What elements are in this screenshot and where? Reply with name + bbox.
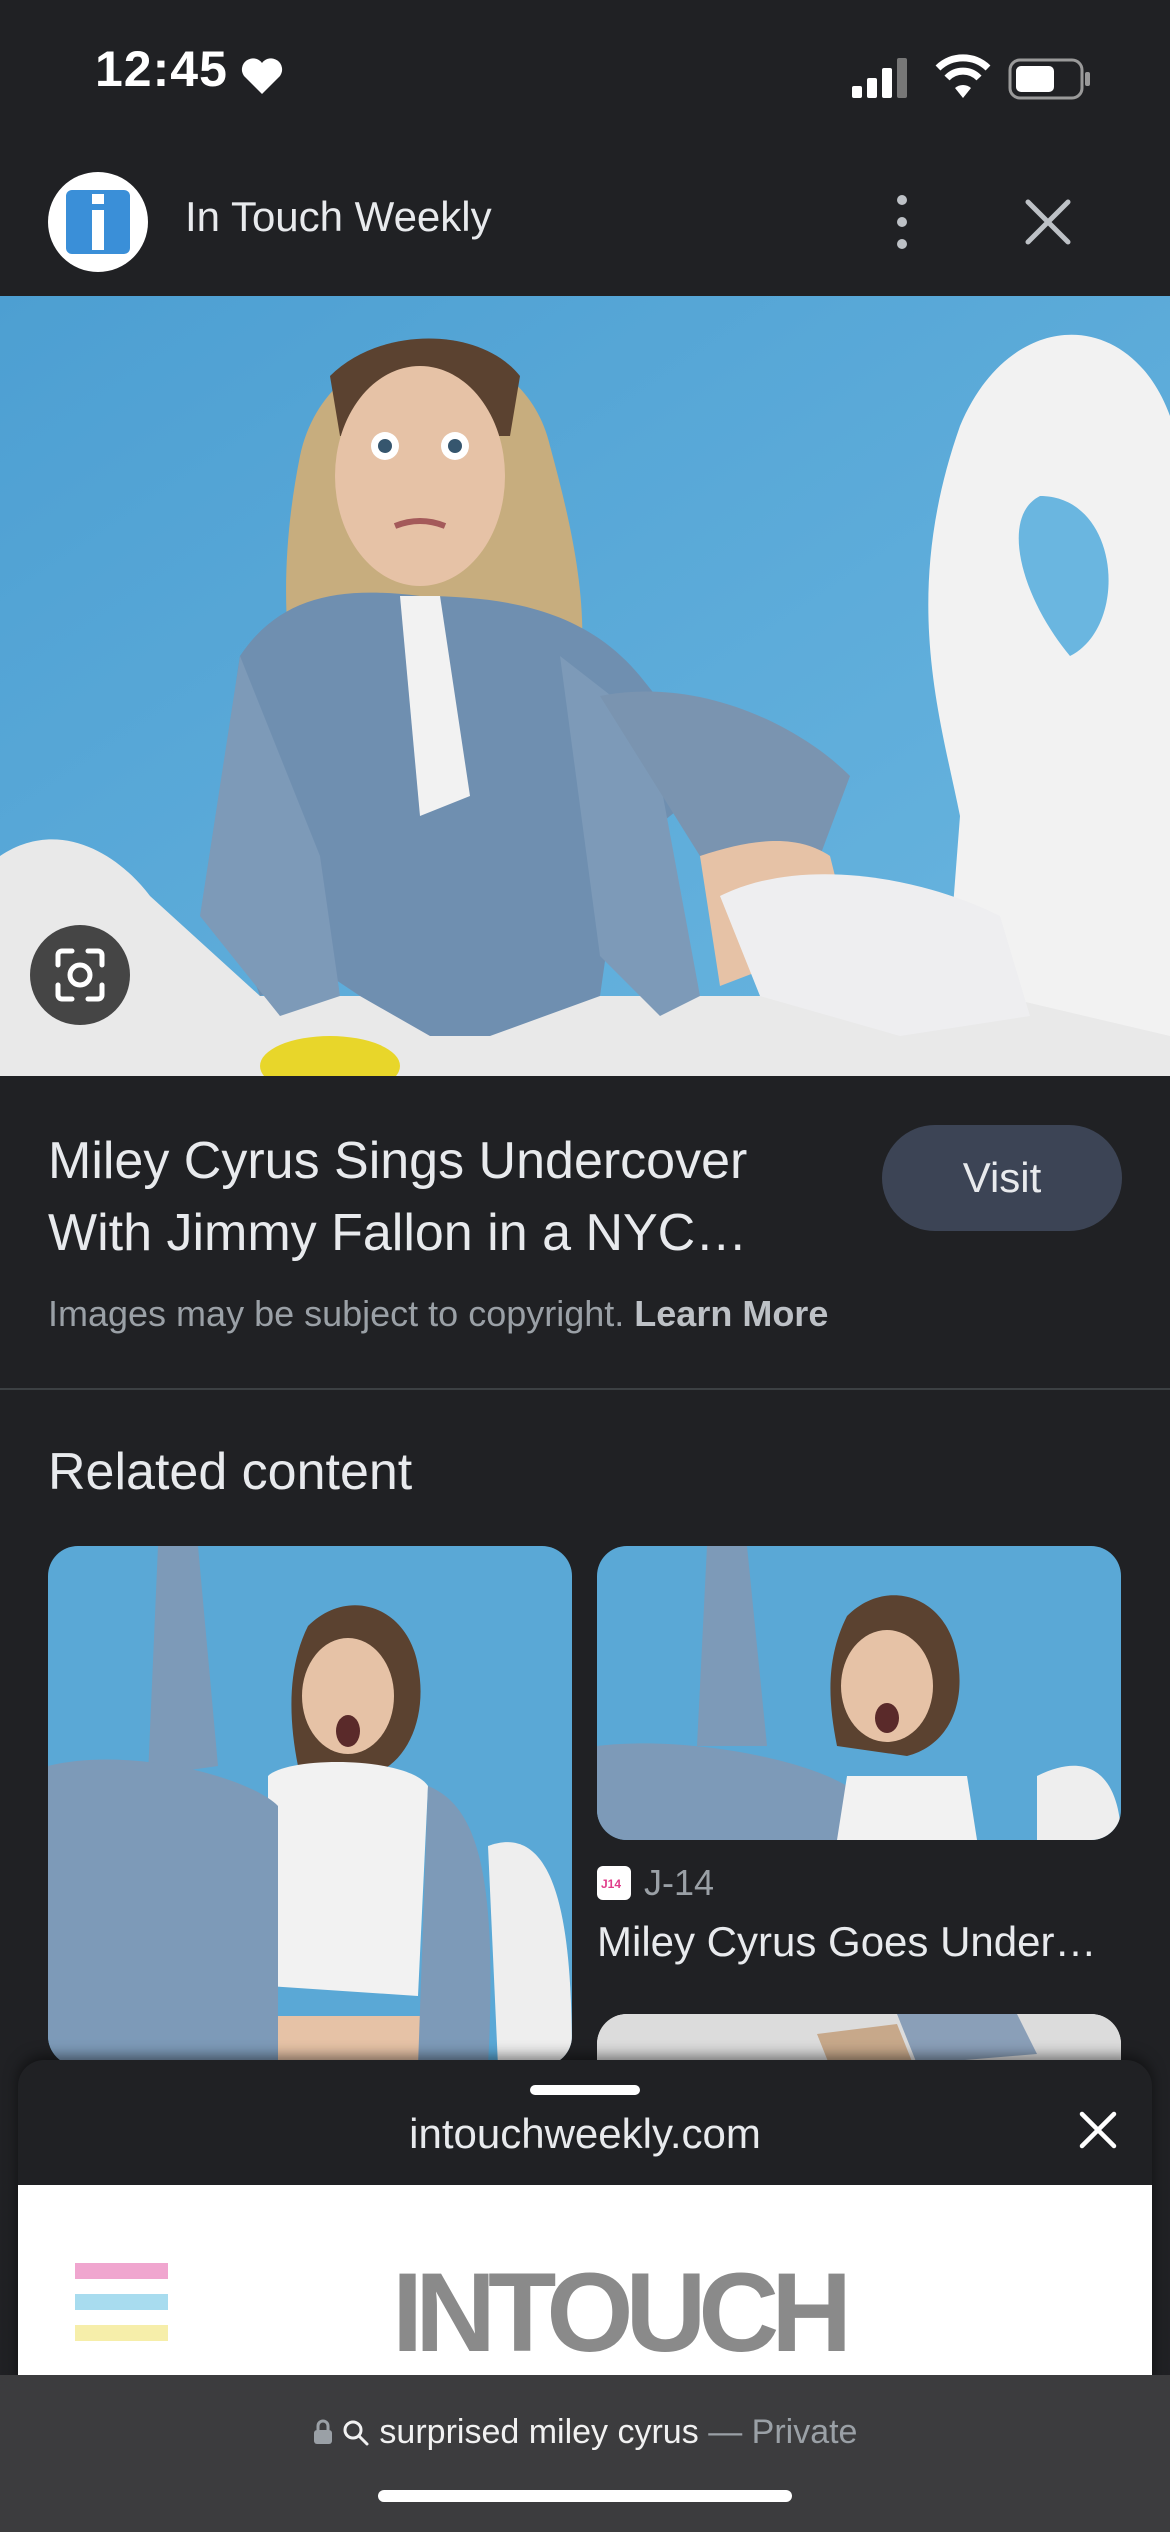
j14-favicon-icon: J14 — [597, 1866, 631, 1900]
search-query: surprised miley cyrus — [379, 2413, 699, 2451]
related-thumbnail[interactable] — [48, 1546, 572, 2066]
private-mode-label: Private — [751, 2413, 858, 2451]
intouch-logo: InTouch — [392, 2248, 852, 2377]
google-lens-button[interactable] — [30, 925, 130, 1025]
menu-icon[interactable] — [75, 2263, 168, 2341]
divider — [0, 1388, 1170, 1390]
url-bar-text[interactable]: surprised miley cyrus — Private — [0, 2413, 1170, 2452]
copyright-notice: Images may be subject to copyright. Lear… — [48, 1293, 828, 1335]
status-time: 12:45 — [95, 41, 228, 97]
photo-woman-surprised — [48, 1546, 572, 2066]
close-icon[interactable] — [1020, 194, 1076, 250]
sheet-domain: intouchweekly.com — [409, 2110, 761, 2157]
sheet-drag-handle[interactable] — [530, 2085, 640, 2095]
lens-icon — [55, 948, 105, 1002]
j14-logo-mark: J14 — [601, 1877, 621, 1891]
visit-button[interactable]: Visit — [882, 1125, 1122, 1231]
site-logo — [48, 172, 148, 272]
copyright-text: Images may be subject to copyright. — [48, 1293, 625, 1334]
cellular-signal-icon — [852, 58, 907, 98]
intouch-favicon-icon — [66, 190, 130, 254]
battery-icon — [1008, 58, 1090, 100]
intouch-logo-text: InTouch — [392, 2250, 852, 2375]
wifi-icon — [935, 54, 991, 98]
url-separator: — — [708, 2413, 743, 2451]
browser-url-bar[interactable] — [0, 2375, 1170, 2532]
photo-woman-surprised-crop — [597, 1546, 1121, 1840]
close-sheet-icon[interactable] — [1078, 2110, 1118, 2150]
related-title[interactable]: Miley Cyrus Goes Under… — [597, 1918, 1096, 1966]
svg-text:J14: J14 — [601, 1877, 621, 1891]
home-indicator[interactable] — [378, 2490, 792, 2502]
search-icon — [343, 2420, 369, 2446]
site-name[interactable]: In Touch Weekly — [185, 193, 492, 241]
result-title[interactable]: Miley Cyrus Sings Undercover With Jimmy … — [48, 1125, 838, 1269]
viewer-header — [0, 150, 1170, 296]
lock-icon — [313, 2419, 332, 2444]
main-image[interactable] — [0, 296, 1170, 1076]
heart-icon — [241, 58, 283, 94]
related-thumbnail[interactable] — [597, 1546, 1121, 1840]
photo-woman-denim-jacket — [0, 296, 1170, 1076]
related-content-heading: Related content — [48, 1443, 413, 1501]
learn-more-link[interactable]: Learn More — [634, 1293, 828, 1334]
related-source: J-14 — [644, 1862, 715, 1903]
more-options-icon[interactable] — [882, 192, 922, 252]
